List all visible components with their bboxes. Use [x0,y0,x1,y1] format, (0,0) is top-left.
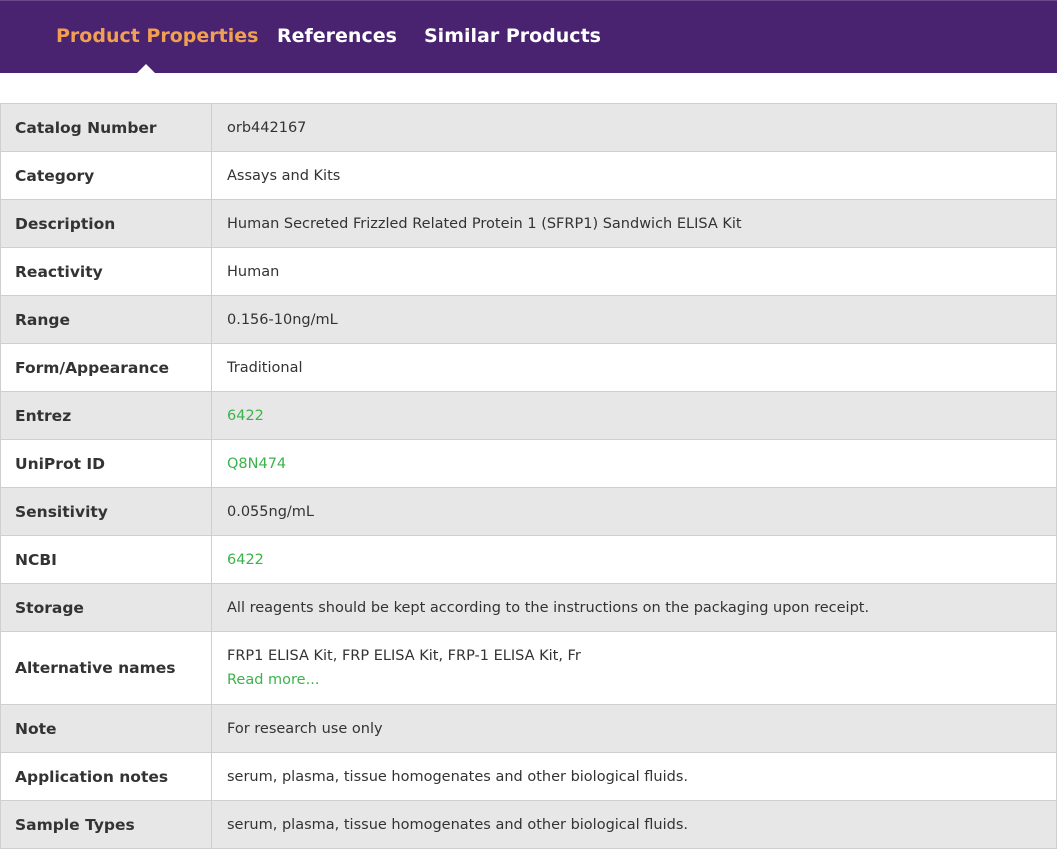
table-row-alternative-names: Alternative names FRP1 ELISA Kit, FRP EL… [0,632,1057,705]
table-row-category: Category Assays and Kits [0,152,1057,200]
row-label: Reactivity [1,248,212,295]
table-row-entrez: Entrez 6422 [0,392,1057,440]
tab-similar-products[interactable]: Similar Products [424,25,601,47]
row-label: Range [1,296,212,343]
description-value: Human Secreted Frizzled Related Protein … [227,215,742,232]
row-label: UniProt ID [1,440,212,487]
row-label: Sample Types [1,801,212,848]
row-value: orb442167 [212,104,1056,151]
row-label: NCBI [1,536,212,583]
sample-types-value: serum, plasma, tissue homogenates and ot… [227,816,689,833]
table-row-uniprot-id: UniProt ID Q8N474 [0,440,1057,488]
table-row-ncbi: NCBI 6422 [0,536,1057,584]
row-label: Note [1,705,212,752]
sensitivity-value: 0.055ng/mL [227,503,314,520]
row-label: Category [1,152,212,199]
product-properties-table: Catalog Number orb442167 Category Assays… [0,103,1057,849]
category-value: Assays and Kits [227,167,341,184]
row-value: serum, plasma, tissue homogenates and ot… [212,801,1056,848]
read-more-link[interactable]: Read more... [227,672,1056,688]
row-label: Application notes [1,753,212,800]
row-label: Sensitivity [1,488,212,535]
row-label: Form/Appearance [1,344,212,391]
alternative-names-value: FRP1 ELISA Kit, FRP ELISA Kit, FRP-1 ELI… [227,648,581,664]
form-appearance-value: Traditional [227,359,303,376]
row-value: serum, plasma, tissue homogenates and ot… [212,753,1056,800]
active-tab-caret-icon [136,64,156,74]
table-row-catalog-number: Catalog Number orb442167 [0,104,1057,152]
table-row-form-appearance: Form/Appearance Traditional [0,344,1057,392]
row-value: For research use only [212,705,1056,752]
row-value: Q8N474 [212,440,1056,487]
row-value: All reagents should be kept according to… [212,584,1056,631]
row-value: Traditional [212,344,1056,391]
tab-bar: Product Properties References Similar Pr… [0,0,1057,74]
ncbi-link[interactable]: 6422 [227,552,1056,568]
table-row-description: Description Human Secreted Frizzled Rela… [0,200,1057,248]
tab-references[interactable]: References [277,25,397,47]
row-value: 0.156-10ng/mL [212,296,1056,343]
entrez-link[interactable]: 6422 [227,408,1056,424]
table-row-reactivity: Reactivity Human [0,248,1057,296]
table-row-storage: Storage All reagents should be kept acco… [0,584,1057,632]
row-label: Catalog Number [1,104,212,151]
row-value: FRP1 ELISA Kit, FRP ELISA Kit, FRP-1 ELI… [212,632,1056,704]
row-value: Human Secreted Frizzled Related Protein … [212,200,1056,247]
range-value: 0.156-10ng/mL [227,311,338,328]
table-row-range: Range 0.156-10ng/mL [0,296,1057,344]
table-row-sensitivity: Sensitivity 0.055ng/mL [0,488,1057,536]
row-label: Entrez [1,392,212,439]
tab-product-properties[interactable]: Product Properties [56,25,258,47]
row-value: 6422 [212,392,1056,439]
catalog-number-value: orb442167 [227,119,307,136]
storage-value: All reagents should be kept according to… [227,599,870,616]
row-value: 0.055ng/mL [212,488,1056,535]
row-value: Assays and Kits [212,152,1056,199]
row-label: Storage [1,584,212,631]
row-value: Human [212,248,1056,295]
application-notes-value: serum, plasma, tissue homogenates and ot… [227,768,689,785]
row-value: 6422 [212,536,1056,583]
table-row-note: Note For research use only [0,705,1057,753]
note-value: For research use only [227,720,383,737]
table-row-application-notes: Application notes serum, plasma, tissue … [0,753,1057,801]
row-label: Description [1,200,212,247]
row-label: Alternative names [1,632,212,704]
table-row-sample-types: Sample Types serum, plasma, tissue homog… [0,801,1057,849]
uniprot-link[interactable]: Q8N474 [227,456,1056,472]
reactivity-value: Human [227,263,280,280]
